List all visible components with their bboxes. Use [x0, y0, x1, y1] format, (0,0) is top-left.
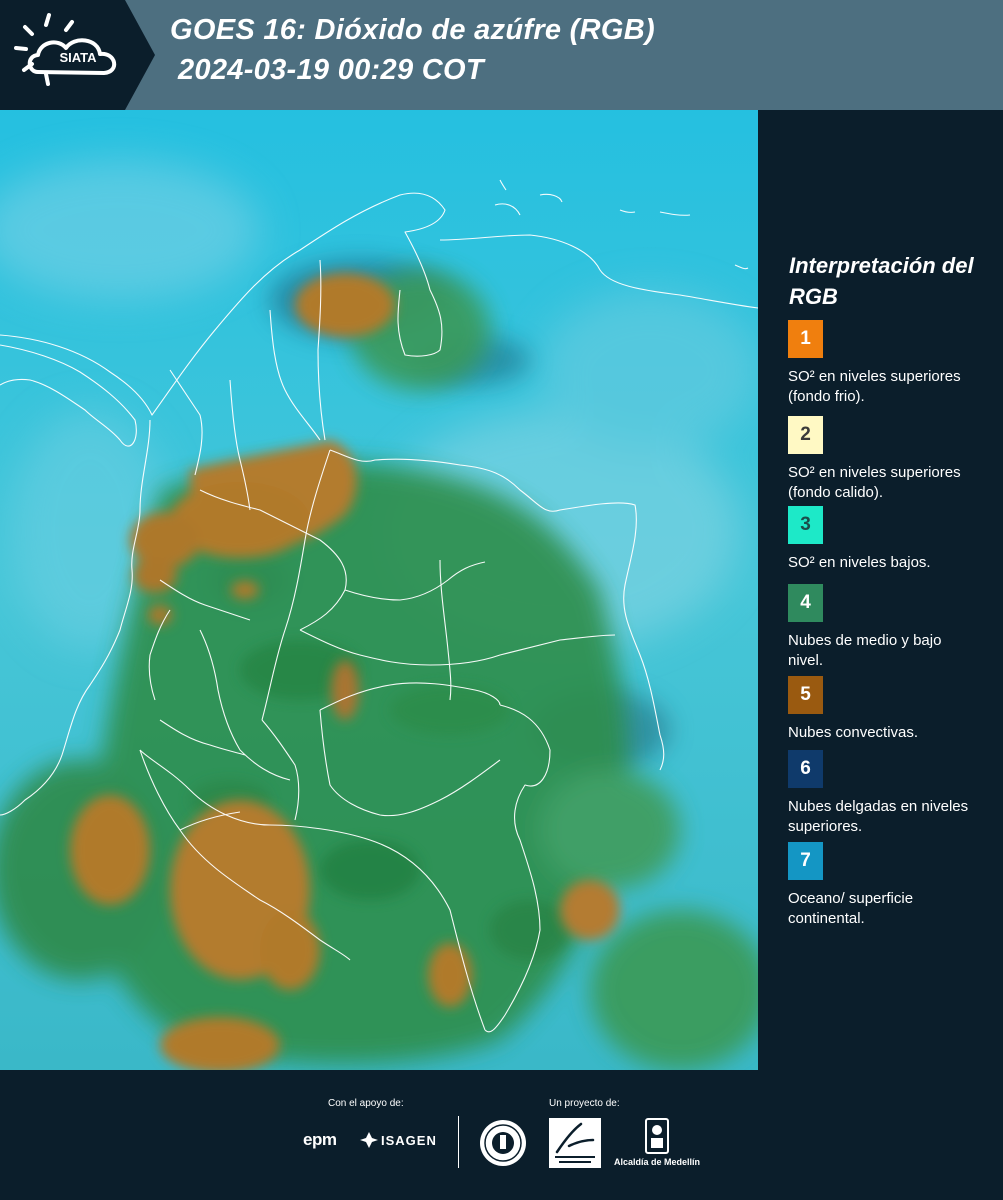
legend-item-6: 6 Nubes delgadas en niveles superiores.	[788, 750, 978, 837]
legend-label-6: Nubes delgadas en niveles superiores.	[788, 798, 969, 835]
alcaldia-shield-icon	[645, 1118, 669, 1154]
isagen-icon	[360, 1132, 378, 1148]
legend-label-3: SO² en niveles bajos.	[788, 554, 931, 571]
siata-logo-text: SIATA	[59, 50, 97, 65]
legend-swatch-2: 2	[788, 416, 823, 454]
alcaldia-logo: Alcaldía de Medellín	[612, 1118, 702, 1170]
legend-item-2: 2 SO² en niveles superiores (fondo calid…	[788, 416, 978, 518]
area-metropolitana-logo	[549, 1118, 601, 1168]
legend-swatch-4: 4	[788, 584, 823, 622]
legend-label-1: SO² en niveles superiores (fondo frio).	[788, 368, 961, 405]
satellite-image	[0, 110, 758, 1070]
isagen-logo: ISAGEN	[360, 1132, 437, 1148]
isagen-text: ISAGEN	[381, 1132, 437, 1148]
legend-title: Interpretación del RGB	[789, 253, 974, 309]
legend-swatch-6: 6	[788, 750, 823, 788]
footer-divider	[458, 1116, 459, 1168]
legend-swatch-1: 1	[788, 320, 823, 358]
project-label: Un proyecto de:	[549, 1098, 620, 1109]
alcaldia-text: Alcaldía de Medellín	[613, 1157, 701, 1167]
legend-label-5: Nubes convectivas.	[788, 724, 919, 741]
page-timestamp: 2024-03-19 00:29 COT	[178, 54, 484, 86]
page-title: GOES 16: Dióxido de azúfre (RGB)	[170, 14, 655, 46]
legend-item-3: 3 SO² en niveles bajos.	[788, 506, 978, 573]
siata-logo: SIATA	[0, 0, 155, 110]
legend-swatch-3: 3	[788, 506, 823, 544]
header-bar: SIATA GOES 16: Dióxido de azúfre (RGB) 2…	[0, 0, 1003, 110]
legend-panel: Interpretación del RGB 1 SO² en niveles …	[758, 110, 1003, 1070]
support-label: Con el apoyo de:	[328, 1098, 404, 1109]
legend-label-4: Nubes de medio y bajo nivel.	[788, 632, 942, 669]
legend-item-7: 7 Oceano/ superficie continental.	[788, 842, 978, 929]
legend-swatch-7: 7	[788, 842, 823, 880]
satellite-map	[0, 110, 758, 1070]
area-metropolitana-mark	[555, 1122, 595, 1163]
legend-item-5: 5 Nubes convectivas.	[788, 676, 978, 743]
universidad-seal-logo	[480, 1120, 526, 1166]
legend-label-7: Oceano/ superficie continental.	[788, 890, 914, 927]
footer: Con el apoyo de: Un proyecto de: epm ISA…	[0, 1070, 1003, 1200]
legend-item-1: 1 SO² en niveles superiores (fondo frio)…	[788, 320, 978, 407]
epm-logo: epm	[303, 1130, 337, 1149]
legend-item-4: 4 Nubes de medio y bajo nivel.	[788, 584, 978, 671]
legend-swatch-5: 5	[788, 676, 823, 714]
